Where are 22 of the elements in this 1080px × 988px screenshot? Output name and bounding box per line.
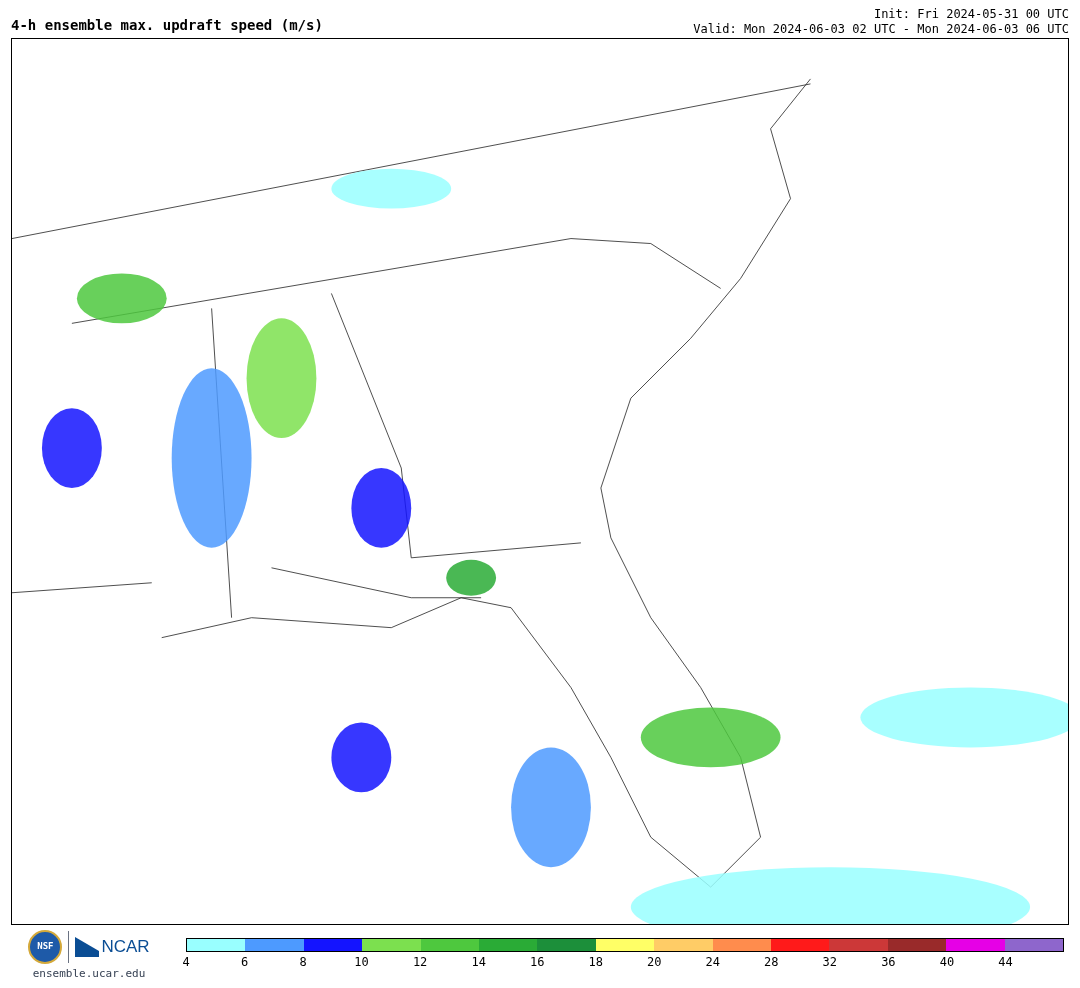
ncar-logo: NCAR — [101, 936, 150, 959]
scale-label: 40 — [939, 956, 955, 968]
init-time: Init: Fri 2024-05-31 00 UTC — [873, 7, 1069, 22]
scale-label: 4 — [182, 956, 190, 968]
scale-label: 18 — [588, 956, 603, 968]
scale-label: 6 — [240, 956, 249, 968]
valid-time: Valid: Mon 2024-06-03 02 UTC - Mon 2024-06-03 06 UTC — [693, 22, 1069, 37]
scale-label: 28 — [764, 956, 779, 968]
scale-label: 8 — [299, 956, 307, 968]
scale-label: 14 — [471, 956, 486, 968]
scale-label: 16 — [529, 956, 545, 968]
ncar-logo-icon — [75, 937, 100, 957]
scale-label: 20 — [647, 956, 662, 968]
scale-label: 36 — [881, 956, 896, 968]
chart-title: 4-h ensemble max. updraft speed (m/s) — [11, 18, 323, 35]
scale-label: 44 — [998, 956, 1013, 968]
scale-label: 12 — [412, 956, 428, 968]
scale-label: 10 — [354, 956, 369, 968]
scale-label: 32 — [822, 956, 838, 968]
nsf-logo: NSF — [28, 930, 63, 964]
scale-label: 24 — [705, 956, 720, 968]
site-url: ensemble.ucar.edu — [32, 966, 146, 982]
